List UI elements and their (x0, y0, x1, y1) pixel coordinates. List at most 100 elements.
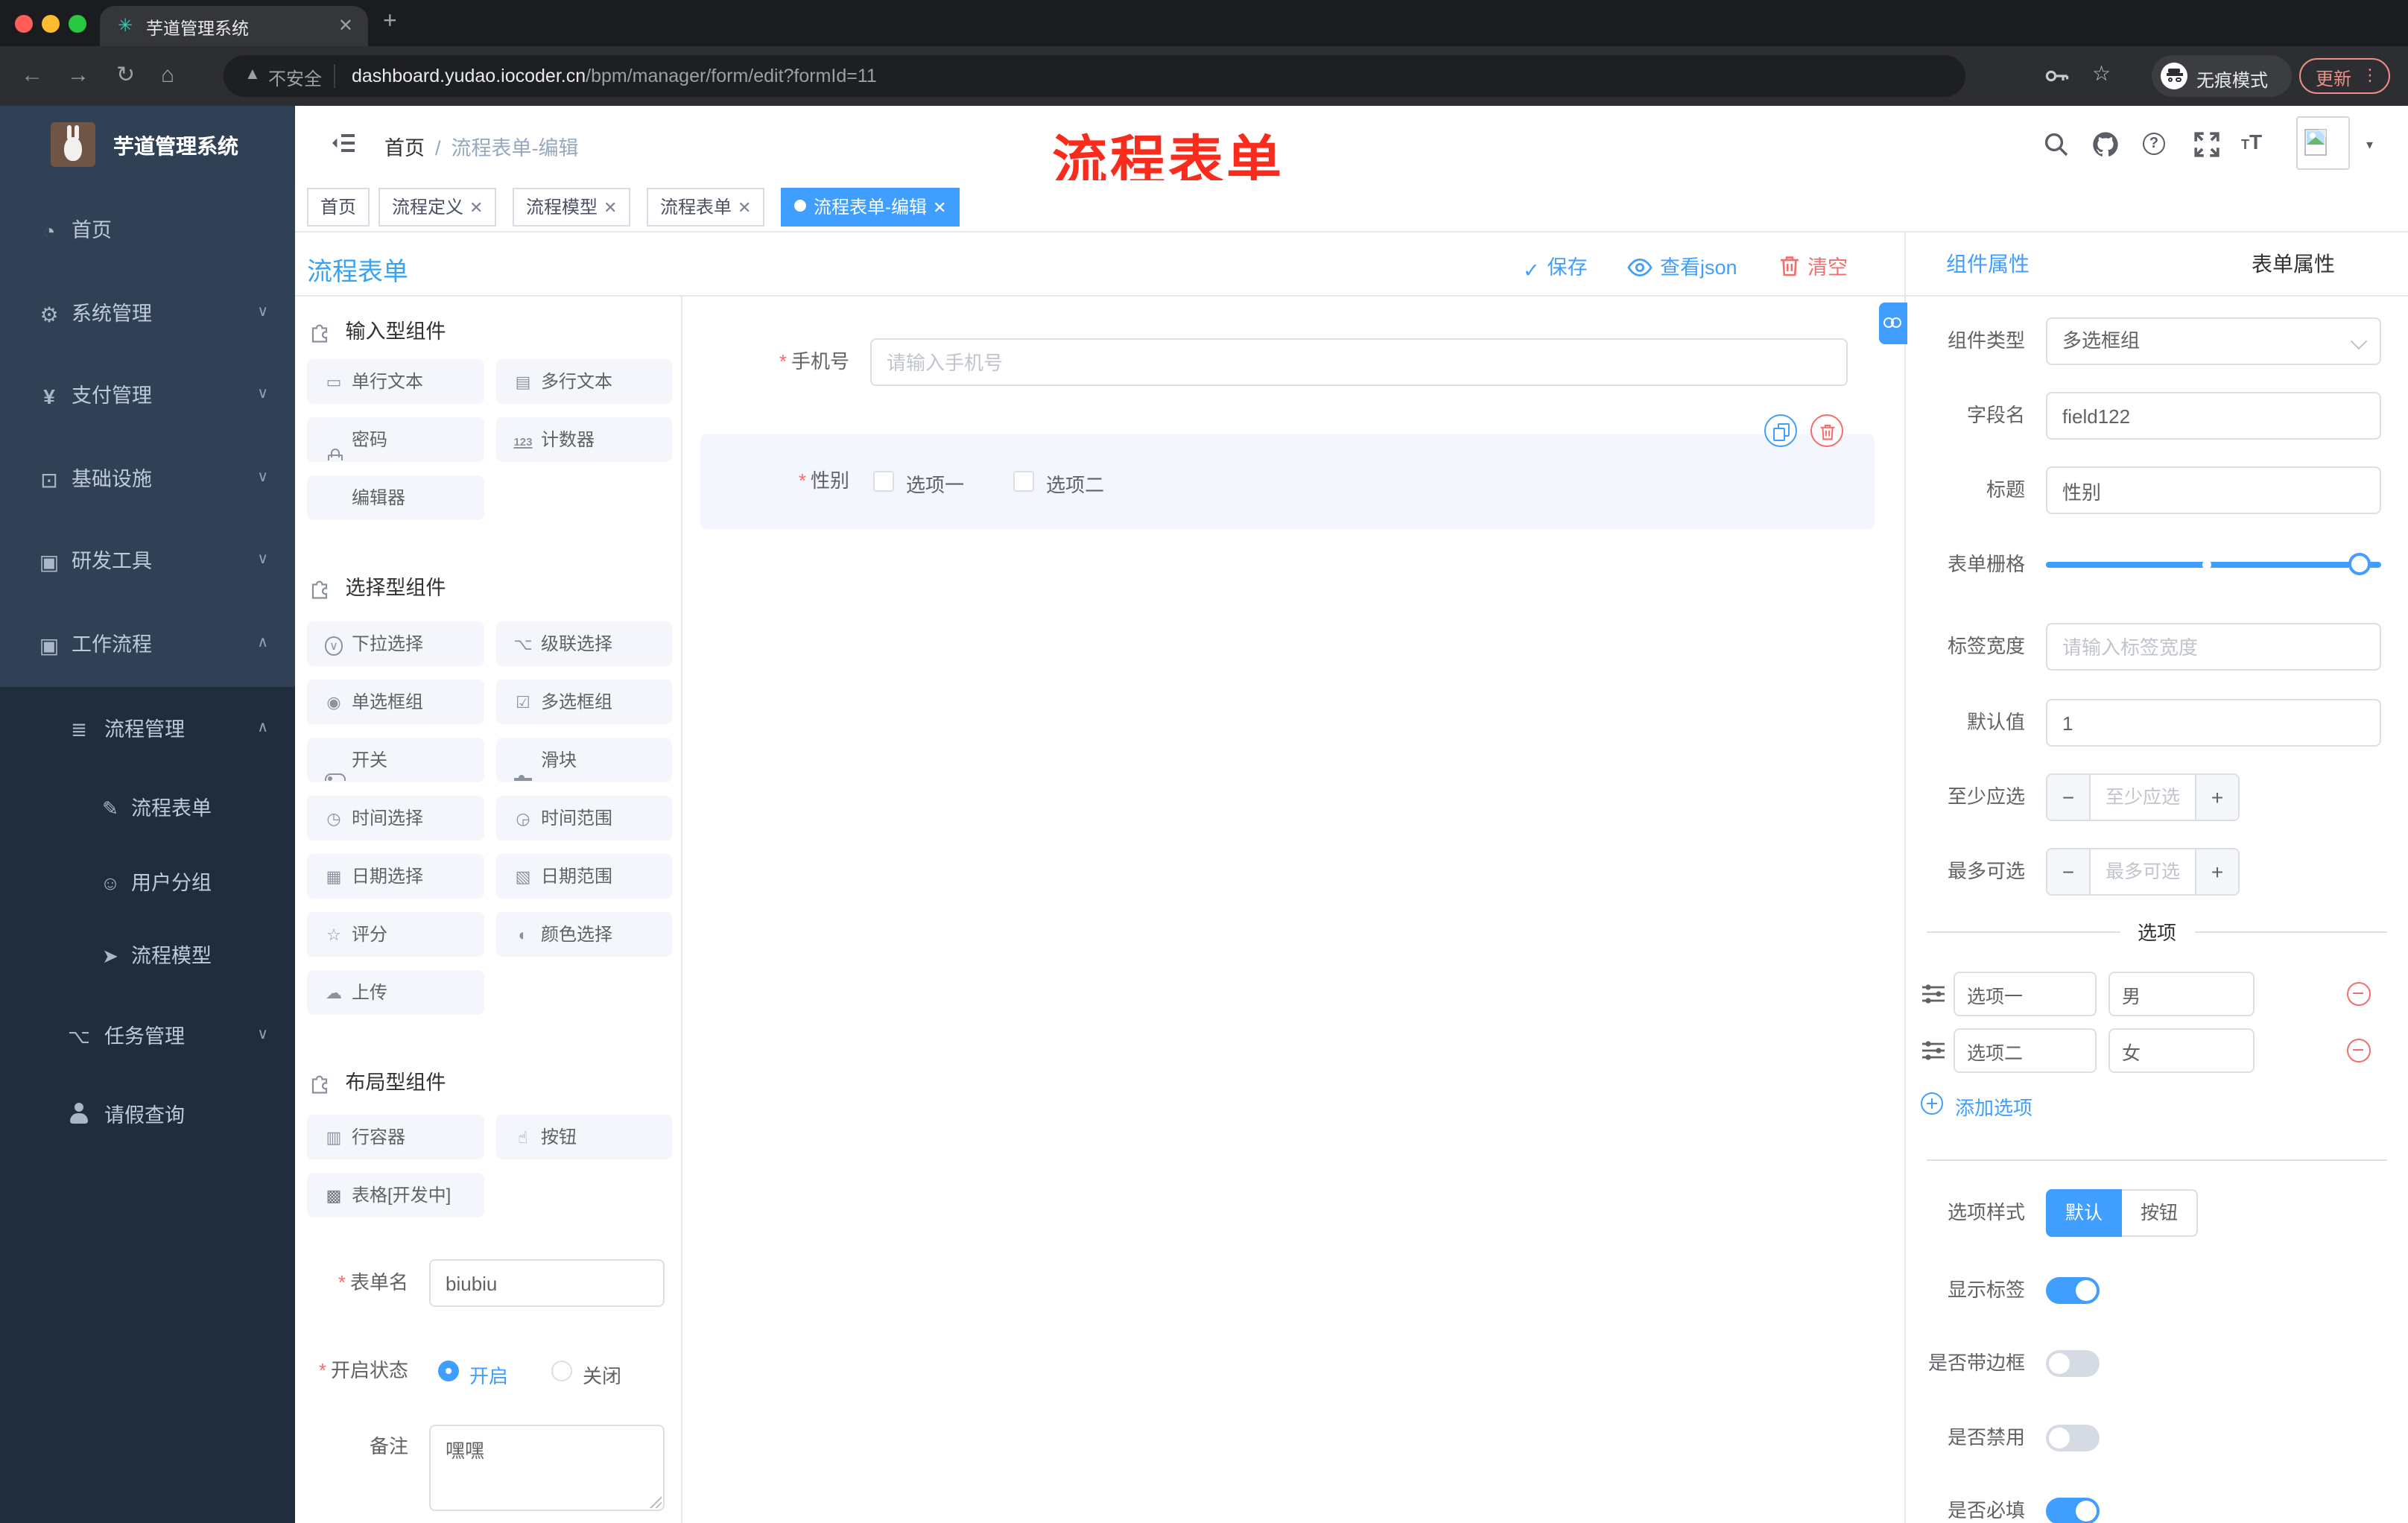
password-key-icon[interactable] (2044, 66, 2071, 86)
option2-value-input[interactable] (2108, 1028, 2255, 1073)
gender-option1-checkbox[interactable] (873, 471, 894, 492)
status-off-label[interactable]: 关闭 (583, 1361, 621, 1389)
sidebar-item-process-model[interactable]: ➤ 流程模型 (0, 919, 295, 994)
component-type-select[interactable]: 多选框组 (2046, 317, 2381, 365)
sidebar-item-process-management[interactable]: ≣ 流程管理 ∧ (0, 693, 295, 767)
drag-handle-icon[interactable] (1921, 984, 1946, 1004)
field-name-input[interactable] (2046, 392, 2381, 440)
chip-switch[interactable]: 开关 (307, 738, 484, 782)
sidebar-item-home[interactable]: ◔ 首页 (0, 189, 295, 273)
label-width-input[interactable] (2046, 623, 2381, 671)
sidebar-logo[interactable]: 芋道管理系统 (0, 119, 295, 185)
chip-date-picker[interactable]: 日期选择 (307, 854, 484, 899)
drag-handle-icon[interactable] (1921, 1040, 1946, 1061)
forward-icon[interactable]: → (67, 63, 89, 89)
default-value-input[interactable] (2046, 699, 2381, 747)
delete-component-button[interactable] (1810, 414, 1843, 447)
chip-slider[interactable]: 滑块 (496, 738, 672, 782)
chip-editor[interactable]: 编辑器 (307, 475, 484, 520)
slider-handle[interactable] (2348, 553, 2371, 575)
chip-radio-group[interactable]: 单选框组 (307, 680, 484, 724)
with-border-toggle[interactable] (2046, 1350, 2100, 1377)
tag-process-model[interactable]: 流程模型 ✕ (513, 188, 631, 227)
chip-table[interactable]: 表格[开发中] (307, 1173, 484, 1218)
chip-single-line-text[interactable]: 单行文本 (307, 359, 484, 404)
remove-option1-button[interactable] (2347, 982, 2371, 1006)
chip-password[interactable]: 密码 (307, 417, 484, 462)
help-icon[interactable]: ? (2143, 133, 2173, 159)
font-size-icon[interactable] (2241, 130, 2271, 156)
gender-option2-label[interactable]: 选项二 (1046, 469, 1104, 498)
tag-close-icon[interactable]: ✕ (933, 200, 946, 218)
tab-component-props[interactable]: 组件属性 (1946, 249, 2030, 279)
sidebar-item-payment[interactable]: ¥ 支付管理 ∨ (0, 355, 295, 438)
chip-rate[interactable]: 评分 (307, 912, 484, 957)
chip-multi-line-text[interactable]: 多行文本 (496, 359, 672, 404)
sidebar-item-dev-tools[interactable]: ▣ 研发工具 ∨ (0, 520, 295, 604)
add-option-button[interactable]: 添加选项 (1955, 1092, 2032, 1121)
form-grid-slider[interactable] (2046, 553, 2381, 575)
add-option-icon[interactable] (1921, 1092, 1943, 1115)
disabled-toggle[interactable] (2046, 1425, 2100, 1451)
sidebar-item-workflow[interactable]: ▣ 工作流程 ∧ (0, 604, 295, 687)
max-select-placeholder[interactable]: 最多可选 (2089, 849, 2196, 894)
tag-process-form-edit[interactable]: 流程表单-编辑 ✕ (781, 188, 960, 227)
tag-home[interactable]: 首页 (307, 188, 370, 227)
remark-textarea[interactable]: 嘿嘿 (429, 1425, 665, 1511)
option2-label-input[interactable] (1954, 1028, 2097, 1073)
selected-component-block[interactable]: * 性别 选项一 选项二 (700, 434, 1875, 529)
github-icon[interactable] (2091, 131, 2120, 158)
address-bar[interactable]: ▲ 不安全 dashboard.yudao.iocoder.cn/bpm/man… (224, 55, 1965, 97)
chip-button[interactable]: 按钮 (496, 1115, 672, 1159)
chip-select[interactable]: 下拉选择 (307, 621, 484, 666)
status-off-radio[interactable] (551, 1361, 572, 1381)
chip-cascader[interactable]: 级联选择 (496, 621, 672, 666)
reload-icon[interactable]: ↻ (116, 63, 135, 89)
tag-close-icon[interactable]: ✕ (738, 200, 751, 218)
avatar-caret-icon[interactable]: ▾ (2366, 137, 2373, 153)
option1-label-input[interactable] (1954, 972, 2097, 1016)
traffic-light-minimize[interactable] (42, 15, 60, 33)
plus-button[interactable]: + (2195, 849, 2238, 894)
form-name-input[interactable] (429, 1259, 665, 1307)
title-input[interactable] (2046, 466, 2381, 514)
update-browser-button[interactable]: 更新 ⋮ (2299, 58, 2390, 94)
search-icon[interactable] (2041, 131, 2071, 158)
chip-counter[interactable]: 计数器 (496, 417, 672, 462)
option1-value-input[interactable] (2108, 972, 2255, 1016)
browser-menu-dots-icon[interactable]: ⋮ (2362, 66, 2378, 85)
avatar[interactable] (2296, 116, 2350, 170)
link-tab[interactable] (1879, 303, 1907, 344)
status-on-label[interactable]: 开启 (469, 1361, 508, 1389)
chip-time-range[interactable]: 时间范围 (496, 796, 672, 840)
traffic-light-close[interactable] (15, 15, 33, 33)
copy-component-button[interactable] (1764, 414, 1797, 447)
sidebar-item-process-form[interactable]: ✎ 流程表单 (0, 772, 295, 846)
traffic-light-zoom[interactable] (69, 15, 86, 33)
view-json-button[interactable]: 查看json (1627, 253, 1737, 283)
style-default-button[interactable]: 默认 (2046, 1189, 2122, 1237)
plus-button[interactable]: + (2195, 775, 2238, 820)
phone-field-input[interactable] (870, 338, 1848, 386)
tab-close-icon[interactable]: ✕ (338, 15, 353, 36)
sidebar-collapse-icon[interactable] (331, 130, 358, 156)
minus-button[interactable]: − (2047, 775, 2091, 820)
tab-form-props[interactable]: 表单属性 (2252, 249, 2335, 279)
bookmark-star-icon[interactable]: ☆ (2092, 61, 2111, 86)
save-button[interactable]: ✓ 保存 (1523, 253, 1588, 283)
new-tab-button[interactable]: + (383, 9, 397, 36)
browser-tab[interactable]: ✳ 芋道管理系统 ✕ (100, 6, 368, 46)
style-button-button[interactable]: 按钮 (2122, 1189, 2198, 1237)
tag-close-icon[interactable]: ✕ (603, 200, 617, 218)
sidebar-item-infrastructure[interactable]: ⊡ 基础设施 ∨ (0, 438, 295, 522)
fullscreen-icon[interactable] (2192, 131, 2222, 158)
breadcrumb-home[interactable]: 首页 (384, 137, 425, 159)
clear-button[interactable]: 清空 (1779, 253, 1848, 283)
required-toggle[interactable] (2046, 1498, 2100, 1523)
gender-option1-label[interactable]: 选项一 (906, 469, 964, 498)
home-icon[interactable]: ⌂ (161, 63, 174, 89)
remove-option2-button[interactable] (2347, 1039, 2371, 1063)
chip-date-range[interactable]: 日期范围 (496, 854, 672, 899)
chip-color-picker[interactable]: 颜色选择 (496, 912, 672, 957)
minus-button[interactable]: − (2047, 849, 2091, 894)
